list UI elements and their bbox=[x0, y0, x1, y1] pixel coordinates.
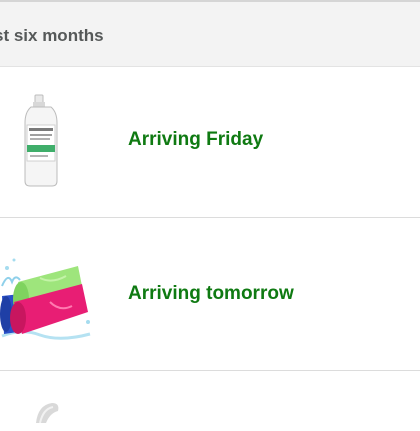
delivery-status[interactable]: Arriving tomorrow bbox=[128, 283, 294, 305]
delivery-status[interactable]: Arriving Friday bbox=[128, 129, 263, 151]
partial-product-image[interactable] bbox=[26, 399, 74, 423]
order-item-2[interactable]: Arriving tomorrow bbox=[0, 218, 420, 371]
section-title: st six months bbox=[0, 26, 104, 45]
bottle-product-image[interactable] bbox=[14, 93, 68, 189]
order-item-1[interactable]: Arriving Friday bbox=[0, 67, 420, 218]
cooling-towels-product-image[interactable] bbox=[0, 238, 96, 348]
order-item-3[interactable] bbox=[0, 371, 420, 431]
section-header: st six months bbox=[0, 2, 420, 67]
